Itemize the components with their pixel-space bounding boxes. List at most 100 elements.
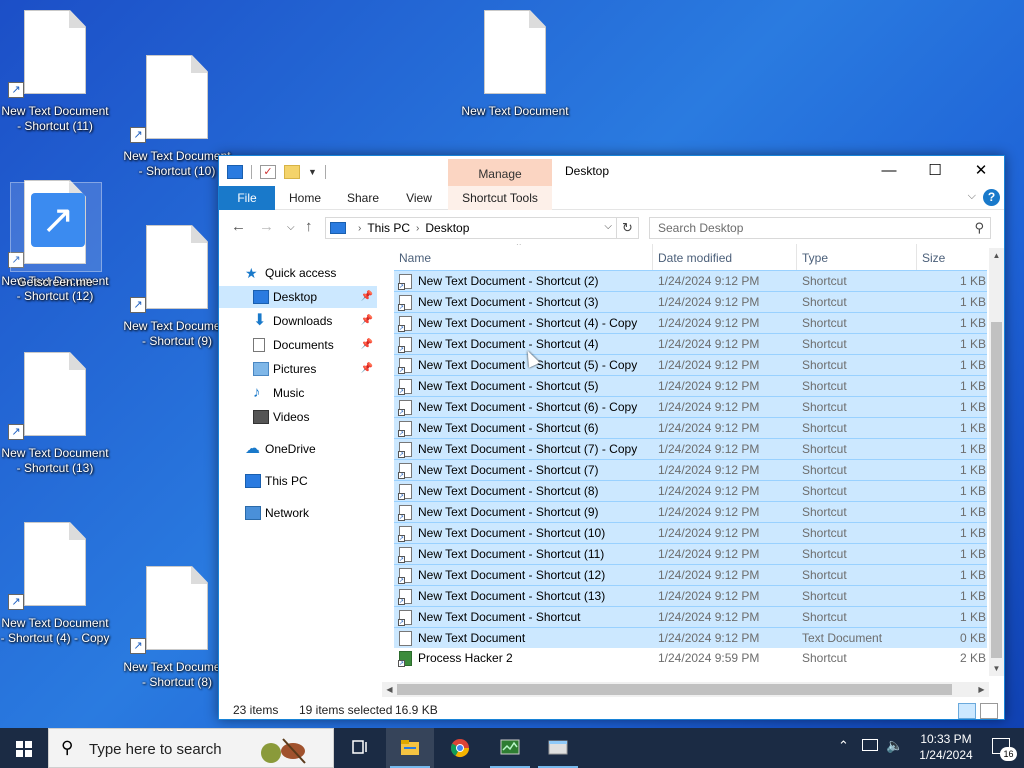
nav-item-documents[interactable]: Documents 📌 <box>219 334 377 356</box>
nav-network[interactable]: Network <box>219 502 377 524</box>
taskbar-chrome[interactable] <box>436 728 484 768</box>
desktop-icon-item[interactable]: ↗ New Text Document - Shortcut (9) <box>122 225 232 355</box>
show-hidden-icons-chevron-icon[interactable]: ⌃ <box>838 738 849 754</box>
taskbar-search-box[interactable]: ⚲ Type here to search <box>48 728 334 768</box>
taskbar-file-explorer[interactable] <box>386 728 434 768</box>
clock[interactable]: 10:33 PM 1/24/2024 <box>914 731 978 763</box>
breadcrumb-this-pc[interactable]: This PC <box>367 221 410 235</box>
desktop-icon-item[interactable]: ↗ New Text Document - Shortcut (11) <box>0 10 110 140</box>
minimize-button[interactable]: — <box>866 156 912 186</box>
new-folder-icon[interactable] <box>284 165 300 179</box>
details-view-icon[interactable] <box>958 703 976 719</box>
table-row[interactable]: ↗ New Text Document - Shortcut (4) - Copy… <box>394 312 987 333</box>
maximize-button[interactable]: ☐ <box>912 156 958 186</box>
network-status-icon[interactable] <box>862 739 878 751</box>
close-button[interactable]: ✕ <box>958 156 1004 186</box>
expand-ribbon-chevron-icon[interactable]: ⌵ <box>968 190 976 203</box>
nav-item-music[interactable]: ♪ Music <box>219 382 377 404</box>
search-input[interactable]: Search Desktop ⚲ <box>649 217 991 239</box>
search-icon: ⚲ <box>61 738 74 757</box>
nav-quick-access[interactable]: ★ Quick access <box>219 262 377 284</box>
table-row[interactable]: ↗ New Text Document - Shortcut (4) 1/24/20… <box>394 333 987 354</box>
pin-icon[interactable]: 📌 <box>361 310 373 332</box>
table-row[interactable]: ↗ Process Hacker 2 1/24/2024 9:59 PM Shortc… <box>394 648 987 669</box>
nav-item-desktop[interactable]: Desktop 📌 <box>219 286 377 308</box>
scroll-thumb[interactable] <box>991 322 1002 658</box>
properties-icon[interactable]: ✓ <box>260 165 276 179</box>
forward-arrow-icon[interactable]: → <box>259 218 274 235</box>
chevron-right-icon[interactable]: › <box>416 223 419 234</box>
task-view-button[interactable] <box>336 728 384 768</box>
shortcut-arrow-icon: ↗ <box>398 598 405 605</box>
table-row[interactable]: ↗ New Text Document - Shortcut (11) 1/24/2… <box>394 543 987 564</box>
nav-onedrive[interactable]: ☁ OneDrive <box>219 438 377 460</box>
text-document-icon <box>146 225 208 309</box>
desktop-icon-item[interactable]: ↗ New Text Document - Shortcut (8) <box>122 566 232 696</box>
scroll-right-arrow-icon[interactable]: ▶ <box>974 682 989 697</box>
desktop-icon-item[interactable]: New Text Document <box>460 10 570 140</box>
help-icon[interactable]: ? <box>983 189 1000 206</box>
chevron-right-icon[interactable]: › <box>358 223 361 234</box>
table-row[interactable]: ↗ New Text Document - Shortcut (5) - Copy… <box>394 354 987 375</box>
desktop-icon-item[interactable]: ↗ New Text Document - Shortcut (4) - Copy <box>0 522 110 652</box>
nav-item-videos[interactable]: Videos <box>219 406 377 428</box>
pin-icon[interactable]: 📌 <box>361 358 373 380</box>
table-row[interactable]: ↗ New Text Document - Shortcut (13) 1/24/2… <box>394 585 987 606</box>
address-bar[interactable]: › This PC › Desktop ⌵ ↻ <box>325 217 639 239</box>
column-name[interactable]: Name <box>394 244 652 270</box>
taskbar-remote-app[interactable] <box>534 728 582 768</box>
table-row[interactable]: ↗ New Text Document - Shortcut (6) - Copy… <box>394 396 987 417</box>
desktop-icon-item[interactable]: ↗ New Text Document - Shortcut (10) <box>122 55 232 185</box>
table-row[interactable]: ↗ New Text Document - Shortcut (2) 1/24/20… <box>394 270 987 291</box>
action-center-button[interactable]: 16 <box>992 738 1017 761</box>
toolbar-separator <box>251 165 252 179</box>
nav-this-pc[interactable]: This PC <box>219 470 377 492</box>
table-row[interactable]: ↗ New Text Document - Shortcut (12) 1/24/2… <box>394 564 987 585</box>
table-row[interactable]: ↗ New Text Document - Shortcut (6) 1/24/20… <box>394 417 987 438</box>
up-arrow-icon[interactable]: ↑ <box>305 218 313 235</box>
scroll-left-arrow-icon[interactable]: ◀ <box>382 682 397 697</box>
tab-manage[interactable]: Manage <box>448 159 552 186</box>
tab-view[interactable]: View <box>391 186 447 210</box>
column-size[interactable]: Size <box>916 244 989 270</box>
address-dropdown-icon[interactable]: ⌵ <box>604 221 612 232</box>
pin-icon[interactable]: 📌 <box>361 286 373 308</box>
start-button[interactable] <box>0 728 48 768</box>
table-row[interactable]: ↗ New Text Document - Shortcut 1/24/2024 9… <box>394 606 987 627</box>
getscreen-shortcut-icon[interactable]: ↗ <box>10 182 102 272</box>
nav-item-pictures[interactable]: Pictures 📌 <box>219 358 377 380</box>
tab-file[interactable]: File <box>219 186 275 210</box>
tab-shortcut-tools[interactable]: Shortcut Tools <box>448 186 552 210</box>
table-row[interactable]: ↗ New Text Document - Shortcut (7) 1/24/20… <box>394 459 987 480</box>
column-type[interactable]: Type <box>796 244 916 270</box>
title-bar[interactable]: ✓ ▼ Manage Desktop — ☐ ✕ <box>219 156 1004 186</box>
refresh-icon[interactable]: ↻ <box>616 218 638 238</box>
desktop-icon-label: New Text Document - Shortcut (11) <box>1 104 109 133</box>
column-date-modified[interactable]: Date modified <box>652 244 796 270</box>
table-row[interactable]: ↗ New Text Document - Shortcut (8) 1/24/20… <box>394 480 987 501</box>
back-arrow-icon[interactable]: ← <box>231 218 246 235</box>
scroll-up-arrow-icon[interactable]: ▲ <box>989 248 1004 263</box>
file-icon: ↗ <box>398 337 412 353</box>
volume-muted-icon[interactable]: 🔈 <box>886 737 903 754</box>
table-row[interactable]: ↗ New Text Document - Shortcut (9) 1/24/20… <box>394 501 987 522</box>
tab-share[interactable]: Share <box>335 186 391 210</box>
scroll-down-arrow-icon[interactable]: ▼ <box>989 661 1004 676</box>
recent-locations-chevron-icon[interactable]: ⌵ <box>287 222 295 233</box>
breadcrumb-desktop[interactable]: Desktop <box>425 221 469 235</box>
desktop-icon-item[interactable]: ↗ New Text Document - Shortcut (13) <box>0 352 110 482</box>
table-row[interactable]: ↗ New Text Document - Shortcut (10) 1/24/2… <box>394 522 987 543</box>
table-row[interactable]: ↗ New Text Document - Shortcut (3) 1/24/20… <box>394 291 987 312</box>
vertical-scrollbar[interactable]: ▲ ▼ <box>989 248 1004 676</box>
taskbar-process-hacker[interactable] <box>486 728 534 768</box>
large-icons-view-icon[interactable] <box>980 703 998 719</box>
nav-item-downloads[interactable]: ⬇ Downloads 📌 <box>219 310 377 332</box>
horizontal-scrollbar[interactable]: ◀ ▶ <box>382 682 989 697</box>
pin-icon[interactable]: 📌 <box>361 334 373 356</box>
table-row[interactable]: ↗ New Text Document - Shortcut (7) - Copy… <box>394 438 987 459</box>
table-row[interactable]: ↗ New Text Document - Shortcut (5) 1/24/20… <box>394 375 987 396</box>
scroll-thumb[interactable] <box>397 684 952 695</box>
table-row[interactable]: New Text Document 1/24/2024 9:12 PM Text D… <box>394 627 987 648</box>
customize-toolbar-dropdown-icon[interactable]: ▼ <box>308 167 317 177</box>
tab-home[interactable]: Home <box>275 186 335 210</box>
